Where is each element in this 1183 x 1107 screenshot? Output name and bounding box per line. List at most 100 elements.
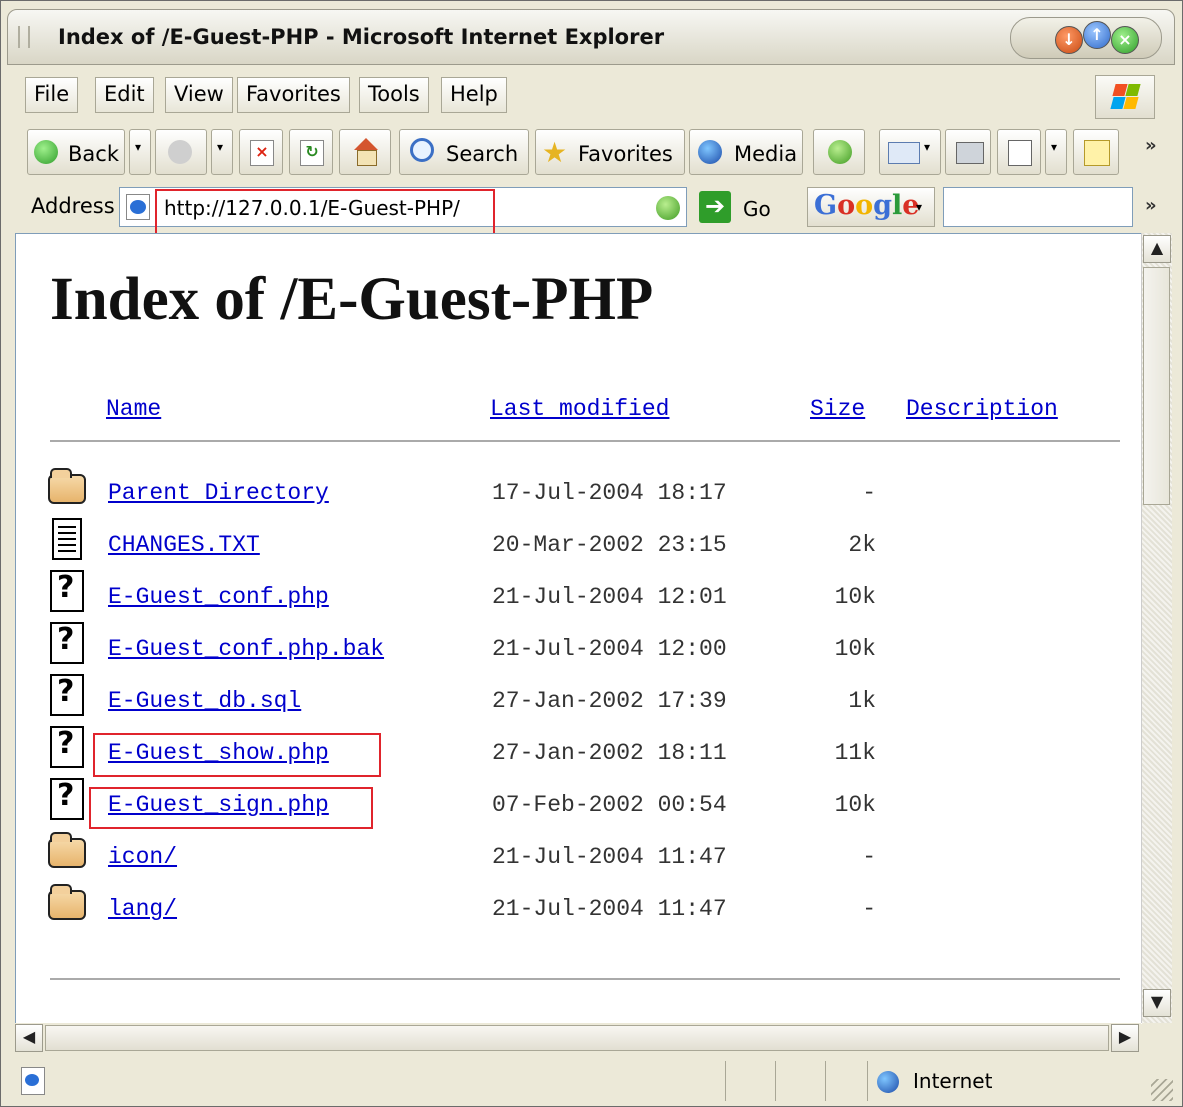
google-logo: Google — [814, 190, 920, 221]
grip-icon — [18, 26, 30, 48]
back-dropdown-button[interactable]: ▾ — [129, 129, 151, 175]
menu-edit[interactable]: Edit — [95, 77, 154, 113]
mail-button[interactable]: ▾ — [879, 129, 941, 175]
ie-status-page-icon — [21, 1067, 45, 1095]
file-link[interactable]: E-Guest_conf.php — [108, 584, 329, 610]
go-label: Go — [743, 197, 771, 221]
media-button[interactable]: Media — [689, 129, 803, 175]
edit-dropdown-button[interactable]: ▾ — [1045, 129, 1067, 175]
unknown-file-icon: ? — [48, 674, 88, 718]
forward-dropdown-button[interactable]: ▾ — [211, 129, 233, 175]
status-bar: Internet — [15, 1059, 1177, 1103]
file-link[interactable]: icon/ — [108, 844, 177, 870]
search-label: Search — [446, 142, 519, 166]
search-button[interactable]: Search — [399, 129, 529, 175]
edit-button[interactable] — [997, 129, 1041, 175]
file-link[interactable]: E-Guest_db.sql — [108, 688, 301, 714]
google-search-input[interactable] — [943, 187, 1133, 227]
annotation-show-highlight — [93, 733, 381, 777]
file-size: - — [862, 844, 876, 870]
unknown-file-icon: ? — [48, 778, 88, 822]
column-header-description[interactable]: Description — [906, 396, 1058, 422]
resize-grip-icon[interactable] — [1151, 1079, 1173, 1101]
address-dropdown-icon[interactable] — [656, 196, 680, 220]
back-button[interactable]: Back — [27, 129, 125, 175]
go-arrow-icon: ➔ — [699, 191, 731, 223]
modified-date: 20-Mar-2002 23:15 — [492, 532, 727, 558]
status-segment — [725, 1061, 775, 1101]
table-row: icon/ 21-Jul-2004 11:47 - — [16, 832, 1136, 896]
status-segment — [775, 1061, 825, 1101]
mail-icon — [888, 142, 920, 164]
menu-tools[interactable]: Tools — [359, 77, 429, 113]
maximize-button[interactable]: ↑ — [1083, 21, 1111, 49]
forward-button[interactable] — [155, 129, 207, 175]
status-zone-label: Internet — [913, 1069, 993, 1093]
column-header-name[interactable]: Name — [106, 396, 161, 422]
google-toolbar-button[interactable]: Google ▾ — [807, 187, 935, 227]
horizontal-scroll-thumb[interactable] — [45, 1025, 1109, 1051]
edit-page-icon — [1008, 140, 1032, 166]
home-icon — [352, 138, 380, 166]
back-label: Back — [68, 142, 119, 166]
windows-logo-icon — [1095, 75, 1155, 119]
unknown-file-icon: ? — [48, 570, 88, 614]
print-icon — [956, 142, 984, 164]
ie-page-icon — [126, 194, 152, 220]
table-row: ? E-Guest_conf.php.bak 21-Jul-2004 12:00… — [16, 622, 1136, 688]
column-header-last-modified[interactable]: Last modified — [490, 396, 669, 422]
modified-date: 21-Jul-2004 11:47 — [492, 896, 727, 922]
go-button[interactable]: ➔ Go — [695, 187, 787, 227]
back-arrow-icon — [34, 140, 58, 164]
forward-arrow-icon — [168, 140, 192, 164]
history-button[interactable] — [813, 129, 865, 175]
browser-window: Index of /E-Guest-PHP - Microsoft Intern… — [0, 0, 1183, 1107]
column-header-size[interactable]: Size — [810, 396, 865, 422]
table-row: CHANGES.TXT 20-Mar-2002 23:15 2k — [16, 518, 1136, 584]
modified-date: 07-Feb-2002 00:54 — [492, 792, 727, 818]
scroll-up-arrow-icon[interactable]: ▲ — [1143, 235, 1171, 263]
file-size: 10k — [834, 792, 876, 818]
annotation-sign-highlight — [89, 787, 373, 829]
menu-help[interactable]: Help — [441, 77, 507, 113]
horizontal-scrollbar[interactable]: ◀ ▶ — [15, 1023, 1141, 1053]
stop-icon: × — [250, 140, 274, 166]
address-overflow-chevron-icon[interactable]: » — [1145, 195, 1157, 216]
stop-button[interactable]: × — [239, 129, 283, 175]
scroll-left-arrow-icon[interactable]: ◀ — [15, 1024, 43, 1052]
file-link[interactable]: E-Guest_conf.php.bak — [108, 636, 384, 662]
scroll-down-arrow-icon[interactable]: ▼ — [1143, 989, 1171, 1017]
print-button[interactable] — [945, 129, 991, 175]
home-button[interactable] — [339, 129, 391, 175]
standard-toolbar: Back ▾ ▾ × ↻ Search ★ Favorites Media ▾ … — [1, 125, 1183, 181]
modified-date: 27-Jan-2002 17:39 — [492, 688, 727, 714]
vertical-scroll-thumb[interactable] — [1143, 267, 1170, 505]
discuss-button[interactable] — [1073, 129, 1119, 175]
menu-favorites[interactable]: Favorites — [237, 77, 350, 113]
modified-date: 21-Jul-2004 12:00 — [492, 636, 727, 662]
folder-icon — [48, 466, 88, 510]
file-link[interactable]: lang/ — [108, 896, 177, 922]
window-controls: ↓ ↑ × — [1010, 17, 1162, 59]
unknown-file-icon: ? — [48, 726, 88, 770]
vertical-scrollbar[interactable]: ▲ ▼ — [1141, 233, 1172, 1023]
scroll-right-arrow-icon[interactable]: ▶ — [1111, 1024, 1139, 1052]
file-size: 1k — [848, 688, 876, 714]
minimize-button[interactable]: ↓ — [1055, 26, 1083, 54]
title-bar[interactable]: Index of /E-Guest-PHP - Microsoft Intern… — [7, 9, 1175, 65]
close-button[interactable]: × — [1111, 26, 1139, 54]
toolbar-overflow-chevron-icon[interactable]: » — [1145, 135, 1157, 156]
refresh-button[interactable]: ↻ — [289, 129, 333, 175]
favorites-button[interactable]: ★ Favorites — [535, 129, 685, 175]
menu-file[interactable]: File — [25, 77, 79, 113]
search-icon — [410, 138, 434, 162]
file-link[interactable]: Parent Directory — [108, 480, 329, 506]
window-title: Index of /E-Guest-PHP - Microsoft Intern… — [58, 25, 665, 49]
note-icon — [1084, 140, 1110, 166]
file-link[interactable]: CHANGES.TXT — [108, 532, 260, 558]
folder-icon — [48, 882, 88, 926]
modified-date: 21-Jul-2004 12:01 — [492, 584, 727, 610]
table-row: ? E-Guest_conf.php 21-Jul-2004 12:01 10k — [16, 570, 1136, 636]
table-row: Parent Directory 17-Jul-2004 18:17 - — [16, 468, 1136, 532]
menu-view[interactable]: View — [165, 77, 233, 113]
